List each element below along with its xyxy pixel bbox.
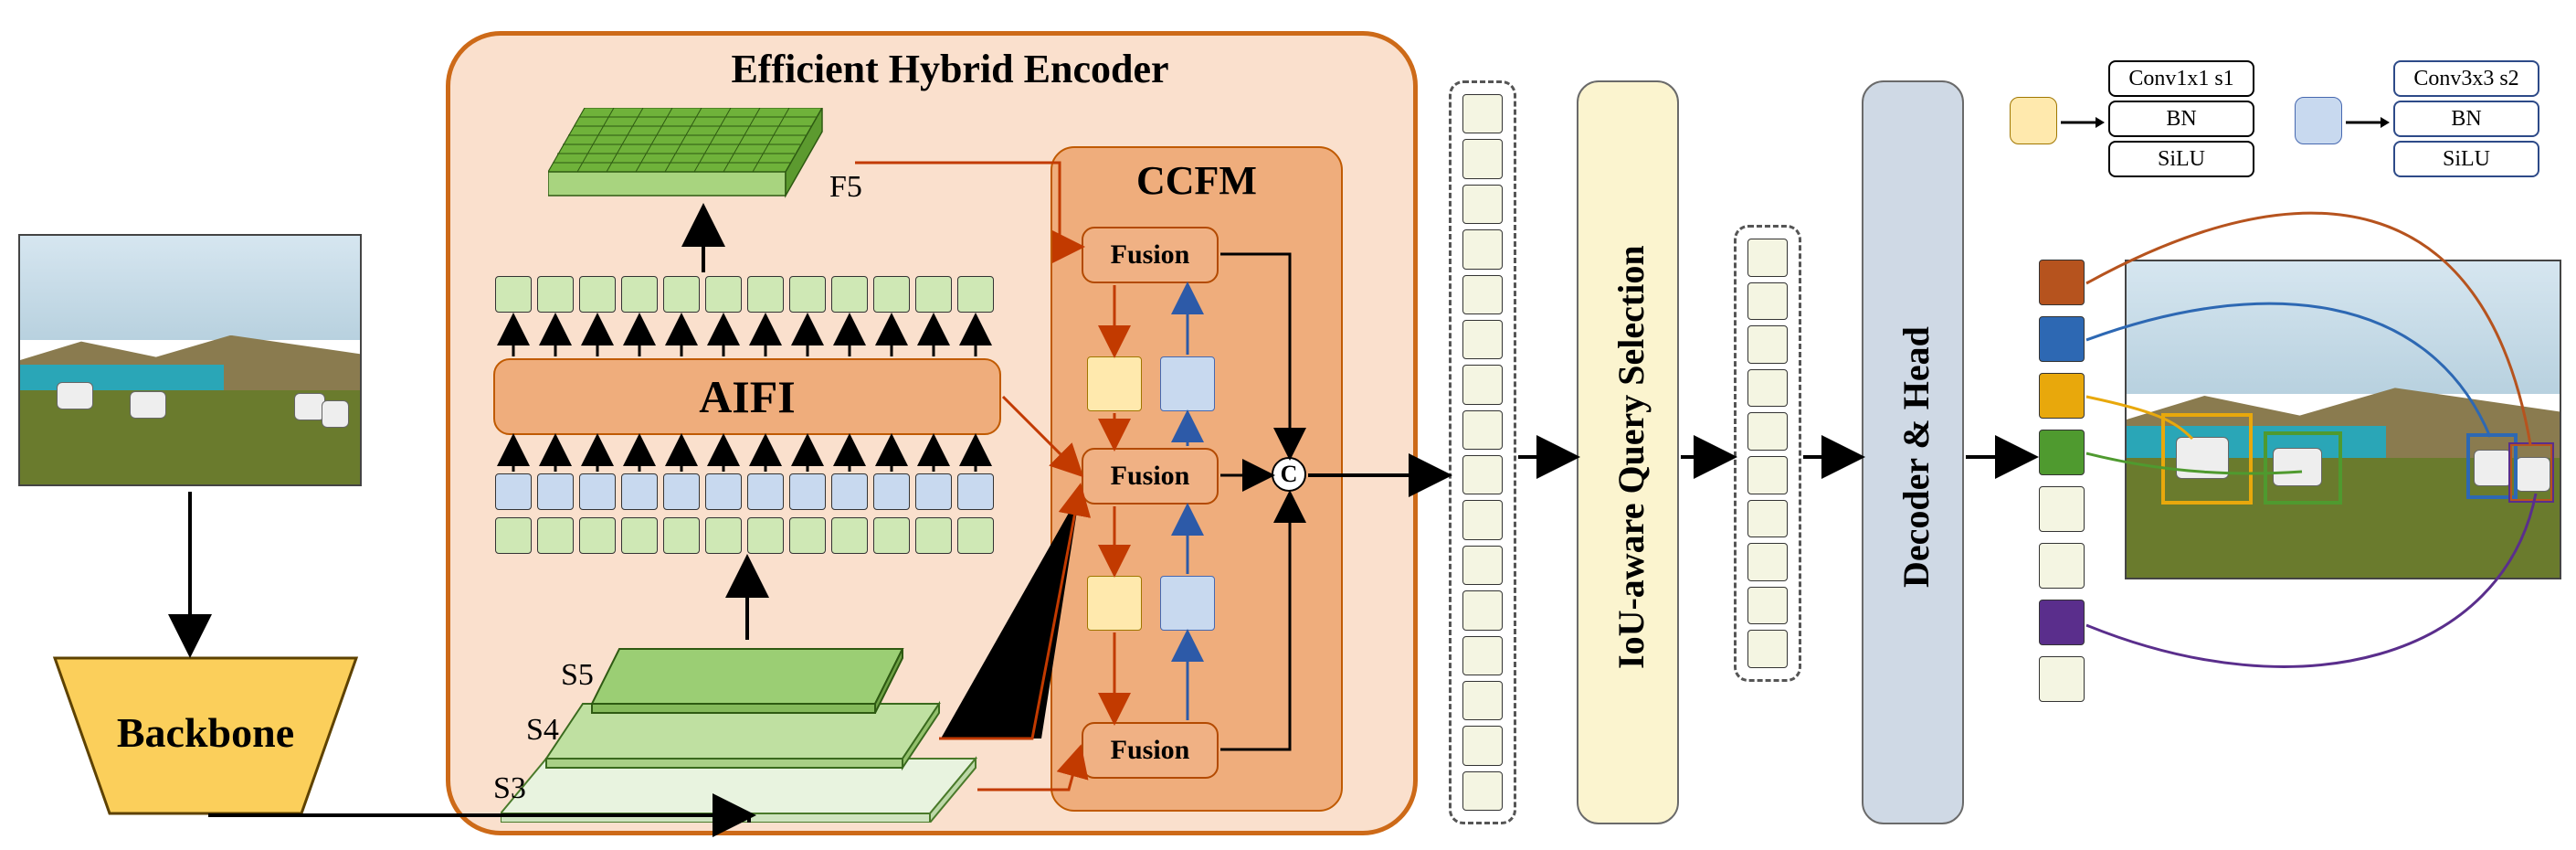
conv1x1-a xyxy=(1087,356,1142,411)
encoder-title: Efficient Hybrid Encoder xyxy=(658,46,1242,92)
fusion-bot: Fusion xyxy=(1082,722,1219,779)
legend-blue-op-0: Conv3x3 s2 xyxy=(2393,60,2539,97)
det-box-purple xyxy=(2508,442,2554,503)
chip-0 xyxy=(2039,260,2085,305)
legend-yellow-op-0: Conv1x1 s1 xyxy=(2108,60,2254,97)
tokens-into-aifi xyxy=(495,473,994,510)
decoder-label: Decoder & Head xyxy=(1895,247,1937,667)
token-column-queries xyxy=(1734,225,1801,682)
chip-2 xyxy=(2039,373,2085,419)
chip-3 xyxy=(2039,430,2085,475)
conv3x3-a xyxy=(1160,356,1215,411)
chip-4 xyxy=(2039,600,2085,645)
legend-yellow-cell xyxy=(2010,97,2057,144)
ccfm-label: CCFM xyxy=(1136,157,1257,204)
output-image xyxy=(2125,260,2561,579)
decoder-and-head: Decoder & Head xyxy=(1862,80,1964,824)
conv3x3-b xyxy=(1160,576,1215,631)
s5-label: S5 xyxy=(561,658,594,693)
backbone-block: Backbone xyxy=(55,658,356,813)
s4-label: S4 xyxy=(526,713,559,748)
det-box-green xyxy=(2264,431,2342,505)
det-box-yellow xyxy=(2161,413,2253,505)
legend: Conv1x1 s1 BN SiLU Conv3x3 s2 BN SiLU xyxy=(2010,55,2558,210)
output-query-chips xyxy=(2039,260,2085,702)
feature-stack xyxy=(501,622,1012,823)
chip-empty-c xyxy=(2039,656,2085,702)
chip-empty-a xyxy=(2039,486,2085,532)
legend-blue-cell xyxy=(2295,97,2342,144)
qsel-label: IoU-aware Query Selection xyxy=(1610,146,1652,768)
s3-label: S3 xyxy=(493,771,526,806)
input-image xyxy=(18,234,362,486)
conv1x1-b xyxy=(1087,576,1142,631)
concat-node: C xyxy=(1272,457,1306,492)
tokens-post-aifi xyxy=(495,276,994,313)
backbone-label: Backbone xyxy=(55,708,356,757)
legend-blue-op-1: BN xyxy=(2393,101,2539,137)
aifi-label: AIFI xyxy=(699,370,796,423)
token-column-encoder-out xyxy=(1449,80,1516,824)
f5-feature-grid xyxy=(548,108,822,218)
legend-yellow-op-2: SiLU xyxy=(2108,141,2254,177)
f5-label: F5 xyxy=(829,170,862,205)
legend-blue-op-2: SiLU xyxy=(2393,141,2539,177)
aifi-block: AIFI xyxy=(493,358,1001,435)
iou-aware-query-selection: IoU-aware Query Selection xyxy=(1577,80,1679,824)
legend-yellow-op-1: BN xyxy=(2108,101,2254,137)
chip-1 xyxy=(2039,316,2085,362)
chip-empty-b xyxy=(2039,543,2085,589)
tokens-s5-flat xyxy=(495,517,994,554)
fusion-mid: Fusion xyxy=(1082,448,1219,505)
fusion-top: Fusion xyxy=(1082,227,1219,283)
